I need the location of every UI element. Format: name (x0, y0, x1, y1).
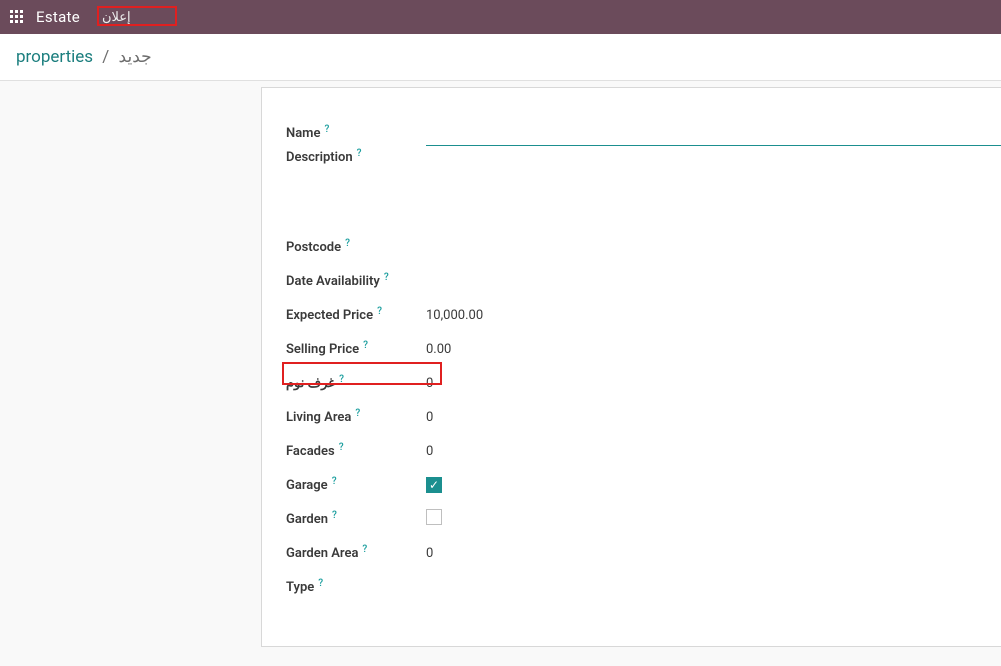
label-date-availability: Date Availability (286, 274, 380, 289)
label-selling-price: Selling Price (286, 342, 359, 357)
help-icon[interactable]: ? (332, 476, 337, 487)
garden-checkbox[interactable] (426, 509, 442, 525)
menu-item-advert[interactable]: إعلان (92, 7, 141, 28)
label-facades: Facades (286, 444, 335, 459)
label-postcode: Postcode (286, 240, 341, 255)
help-icon[interactable]: ? (377, 306, 382, 317)
label-living-area: Living Area (286, 410, 351, 425)
garage-checkbox[interactable]: ✓ (426, 477, 442, 493)
breadcrumb-parent[interactable]: properties (16, 47, 93, 67)
label-description: Description (286, 150, 353, 165)
help-icon[interactable]: ? (324, 124, 329, 135)
name-input[interactable] (426, 121, 1001, 146)
facades-output[interactable]: 0 (426, 444, 1001, 459)
label-bedrooms: غرف نوم (286, 376, 335, 391)
garden-area-output[interactable]: 0 (426, 546, 1001, 561)
label-garden: Garden (286, 512, 328, 527)
selling-price-output[interactable]: 0.00 (426, 342, 1001, 357)
help-icon[interactable]: ? (345, 238, 350, 249)
breadcrumb-current: جديد (119, 47, 152, 67)
topbar: Estate إعلان (0, 0, 1001, 34)
help-icon[interactable]: ? (363, 340, 368, 351)
bedrooms-output[interactable]: 0 (426, 376, 1001, 391)
breadcrumb: properties / جديد (0, 34, 1001, 81)
label-garage: Garage (286, 478, 328, 493)
label-garden-area: Garden Area (286, 546, 358, 561)
label-type: Type (286, 580, 314, 595)
form-sheet: Name ? Description ? Postcode ? (261, 87, 1001, 647)
help-icon[interactable]: ? (384, 272, 389, 283)
help-icon[interactable]: ? (332, 510, 337, 521)
form-area: Name ? Description ? Postcode ? (0, 81, 1001, 647)
help-icon[interactable]: ? (318, 578, 323, 589)
help-icon[interactable]: ? (355, 408, 360, 419)
breadcrumb-separator: / (96, 47, 115, 67)
label-expected-price: Expected Price (286, 308, 373, 323)
label-name: Name (286, 126, 320, 141)
apps-icon[interactable] (10, 10, 24, 24)
expected-price-output[interactable]: 10,000.00 (426, 308, 1001, 323)
app-name[interactable]: Estate (36, 8, 80, 26)
help-icon[interactable]: ? (339, 374, 344, 385)
help-icon[interactable]: ? (339, 442, 344, 453)
help-icon[interactable]: ? (362, 544, 367, 555)
help-icon[interactable]: ? (357, 148, 362, 159)
living-area-output[interactable]: 0 (426, 410, 1001, 425)
